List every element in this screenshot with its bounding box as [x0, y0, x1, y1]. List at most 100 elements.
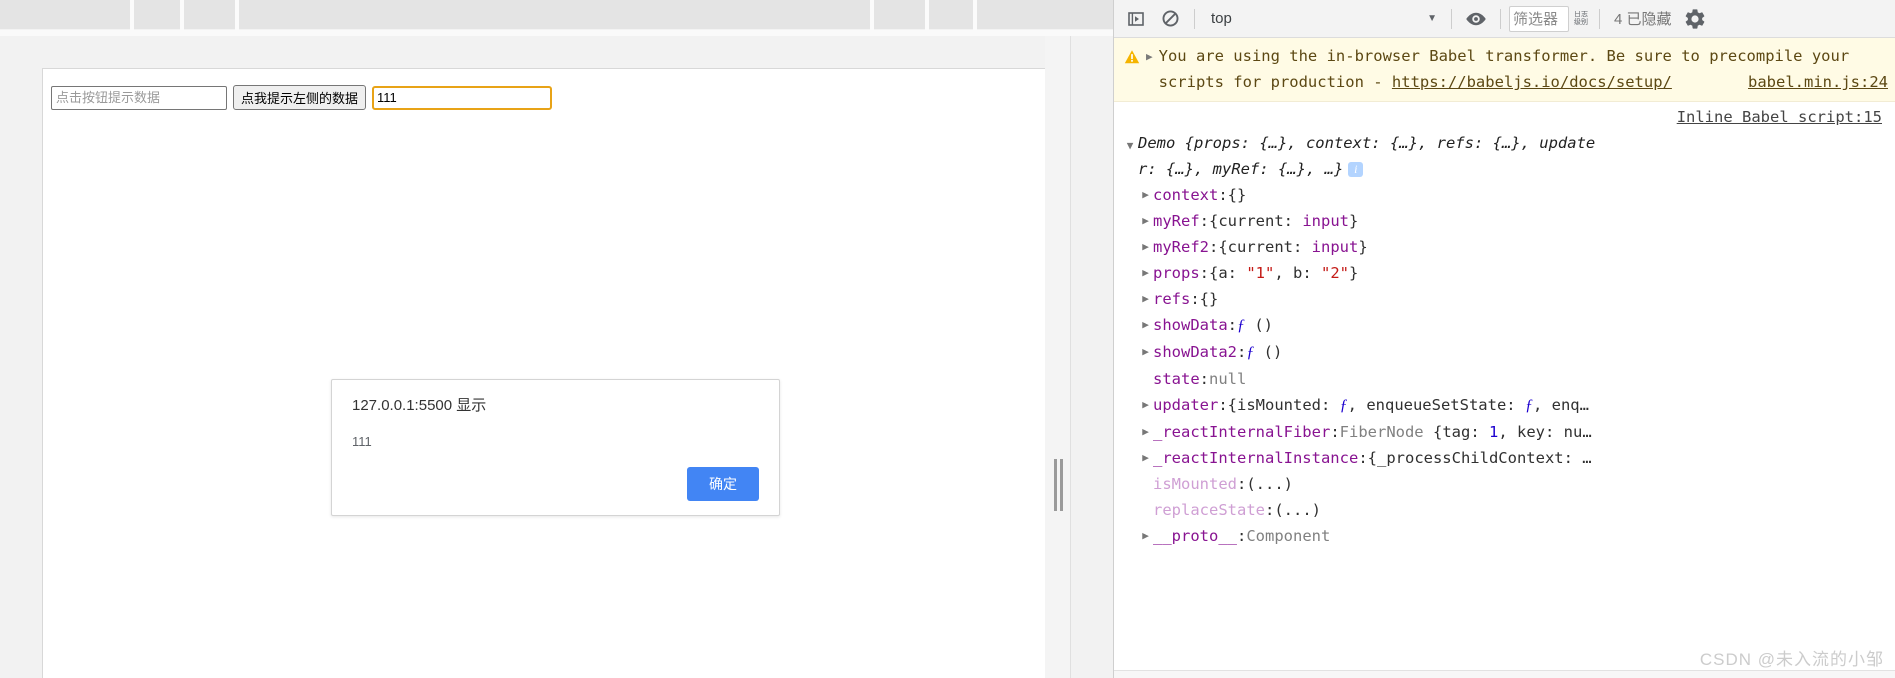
object-preview-line-2: r: {…}, myRef: {…}, …}: [1138, 160, 1344, 178]
property-colon: :: [1237, 527, 1247, 545]
object-property-row[interactable]: ▶ context: {}: [1122, 182, 1888, 208]
clear-console-icon[interactable]: [1154, 4, 1186, 34]
property-name: updater: [1153, 396, 1219, 414]
object-property-list: ▶ context: {} ▶ myRef: {current: input} ▶ myR…: [1122, 182, 1888, 549]
expand-arrow-icon[interactable]: ▶: [1146, 44, 1153, 70]
strip-separator: [130, 0, 134, 30]
property-value: FiberNode {tag: 1, key: nu…: [1339, 423, 1592, 441]
property-colon: :: [1358, 449, 1368, 467]
expand-triangle-icon[interactable]: ▶: [1138, 392, 1153, 418]
warning-link[interactable]: https://babeljs.io/docs/setup/: [1392, 73, 1672, 91]
object-property-row[interactable]: state: null: [1122, 366, 1888, 392]
object-property-row[interactable]: ▶ myRef: {current: input}: [1122, 208, 1888, 234]
browser-toolbar-strip: [0, 0, 1113, 30]
object-property-row[interactable]: ▶ showData2: ƒ (): [1122, 339, 1888, 366]
collapse-triangle-icon[interactable]: ▼: [1122, 140, 1138, 151]
expand-triangle-icon[interactable]: ▶: [1138, 419, 1153, 445]
alert-ok-button[interactable]: 确定: [687, 467, 759, 501]
hint-data-input[interactable]: [51, 85, 227, 110]
object-property-row[interactable]: ▶ _reactInternalInstance: {_processChildC…: [1122, 445, 1888, 471]
property-value: null: [1209, 370, 1247, 388]
expand-triangle-icon[interactable]: ▶: [1138, 312, 1153, 338]
property-value: {}: [1227, 186, 1247, 204]
page-viewport: 点我提示左侧的数据 127.0.0.1:5500 显示 111 确定: [0, 36, 1113, 678]
console-warning-message[interactable]: ▶ You are using the in-browser Babel tra…: [1114, 38, 1895, 102]
toolbar-divider: [1194, 8, 1195, 29]
object-property-row[interactable]: isMounted: (...): [1122, 471, 1888, 497]
object-property-row[interactable]: ▶ refs: {}: [1122, 286, 1888, 312]
property-value: Component: [1246, 527, 1331, 545]
strip-separator: [870, 0, 874, 30]
alert-actions: 确定: [352, 467, 759, 501]
expand-triangle-icon[interactable]: ▶: [1138, 182, 1153, 208]
javascript-alert-dialog: 127.0.0.1:5500 显示 111 确定: [331, 379, 780, 516]
object-property-row[interactable]: ▶ showData: ƒ (): [1122, 312, 1888, 339]
object-property-row[interactable]: ▶ props: {a: "1", b: "2"}: [1122, 260, 1888, 286]
toolbar-divider: [1451, 8, 1452, 29]
property-colon: :: [1330, 423, 1340, 441]
console-filter-input[interactable]: 筛选器: [1509, 5, 1569, 32]
hidden-messages-count[interactable]: 4 已隐藏: [1608, 8, 1678, 29]
console-message-list: ▶ You are using the in-browser Babel tra…: [1114, 38, 1895, 678]
object-property-row[interactable]: ▶ myRef2: {current: input}: [1122, 234, 1888, 260]
property-colon: :: [1264, 501, 1275, 519]
strip-separator: [973, 0, 977, 30]
property-colon: :: [1218, 396, 1228, 414]
live-expression-eye-icon[interactable]: [1460, 4, 1492, 34]
property-value: {current: input}: [1209, 212, 1359, 230]
devtools-splitter[interactable]: [1045, 36, 1071, 678]
watermark-text: CSDN @未入流的小邹: [1699, 650, 1884, 669]
toolbar-divider: [1500, 8, 1501, 29]
warning-triangle-icon: [1124, 47, 1140, 73]
console-sidebar-icon[interactable]: [1120, 4, 1152, 34]
property-colon: :: [1199, 370, 1210, 388]
console-object-message: Inline Babel script:15 ▼ Demo {props: {……: [1114, 102, 1895, 553]
property-value: {}: [1199, 290, 1219, 308]
log-source-link[interactable]: Inline Babel script:15: [1677, 108, 1882, 126]
object-property-row[interactable]: ▶ _reactInternalFiber: FiberNode {tag: 1,…: [1122, 419, 1888, 445]
expand-triangle-icon[interactable]: ▶: [1138, 286, 1153, 312]
page-document: 点我提示左侧的数据 127.0.0.1:5500 显示 111 确定: [42, 68, 1068, 678]
show-left-data-button[interactable]: 点我提示左侧的数据: [233, 85, 367, 110]
alert-message-text: 111: [352, 434, 372, 449]
strip-separator: [180, 0, 184, 30]
focused-value-input[interactable]: [372, 85, 553, 110]
expand-triangle-icon[interactable]: ▶: [1138, 208, 1153, 234]
strip-separator: [925, 0, 929, 30]
strip-separator: [235, 0, 239, 30]
property-value: (...): [1246, 475, 1294, 493]
info-badge-icon[interactable]: i: [1348, 162, 1364, 177]
property-colon: :: [1218, 186, 1228, 204]
object-property-row[interactable]: ▶ updater: {isMounted: ƒ, enqueueSetState…: [1122, 392, 1888, 419]
alert-origin-title: 127.0.0.1:5500 显示: [352, 397, 487, 414]
property-name: showData2: [1153, 343, 1237, 361]
expand-triangle-icon[interactable]: ▶: [1138, 445, 1153, 471]
property-value: {a: "1", b: "2"}: [1209, 264, 1359, 282]
expand-triangle-icon[interactable]: ▶: [1138, 260, 1153, 286]
warning-source-link[interactable]: babel.min.js:24: [1748, 69, 1888, 95]
property-colon: :: [1199, 264, 1210, 282]
property-name: myRef: [1153, 212, 1200, 230]
property-colon: :: [1227, 316, 1237, 334]
object-property-row[interactable]: replaceState: (...): [1122, 497, 1888, 523]
chevron-down-icon: ▼: [1427, 13, 1437, 24]
log-levels-selector[interactable]: 日志级别: [1571, 11, 1591, 27]
settings-gear-icon[interactable]: [1680, 4, 1710, 34]
property-value: (...): [1274, 501, 1321, 519]
expand-triangle-icon[interactable]: ▶: [1138, 339, 1153, 365]
property-name: showData: [1153, 316, 1228, 334]
property-name: refs: [1153, 290, 1191, 308]
expand-triangle-icon[interactable]: ▶: [1138, 523, 1153, 549]
object-preview-text: Demo {props: {…}, context: {…}, refs: {……: [1138, 130, 1888, 182]
expand-triangle-icon[interactable]: ▶: [1138, 234, 1153, 260]
execution-context-select[interactable]: top ▼: [1203, 6, 1443, 32]
browser-page-pane: 点我提示左侧的数据 127.0.0.1:5500 显示 111 确定: [0, 0, 1113, 678]
object-preview-line-1: Demo {props: {…}, context: {…}, refs: {……: [1138, 134, 1596, 152]
property-colon: :: [1190, 290, 1200, 308]
splitter-grip-icon[interactable]: [1054, 459, 1063, 511]
property-name: context: [1153, 186, 1219, 204]
console-footer-bar: [1114, 670, 1895, 678]
property-value: {current: input}: [1218, 238, 1368, 256]
object-property-row[interactable]: ▶ __proto__: Component: [1122, 523, 1888, 549]
object-preview-header[interactable]: ▼ Demo {props: {…}, context: {…}, refs: …: [1122, 130, 1888, 182]
